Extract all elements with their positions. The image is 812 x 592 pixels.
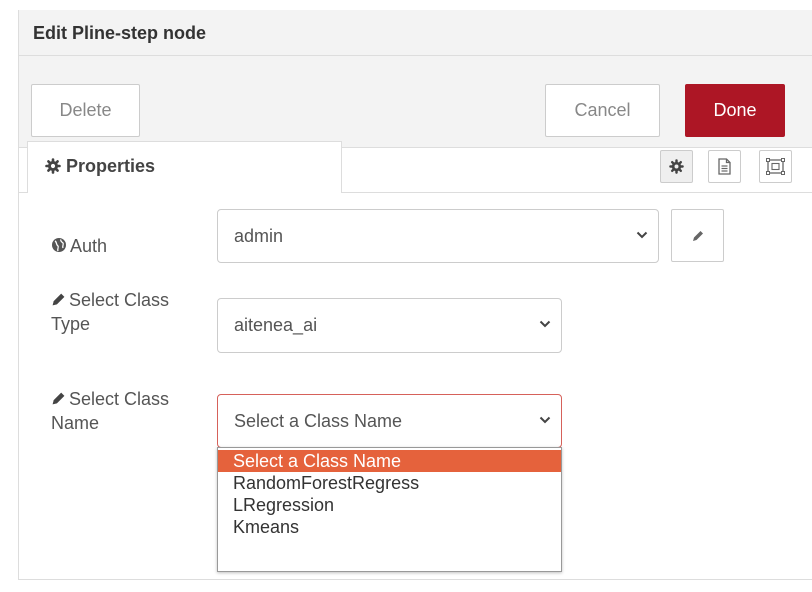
class-name-label-line1: Select Class (69, 389, 170, 409)
tray-header: Edit Pline-step node (19, 10, 812, 56)
auth-select[interactable]: admin (217, 209, 659, 263)
delete-button[interactable]: Delete (31, 84, 140, 137)
pencil-icon (52, 392, 65, 405)
tab-properties[interactable]: Properties (27, 141, 342, 193)
class-name-label-line2: Name (51, 413, 100, 433)
class-type-label: Select Class Type (51, 288, 169, 336)
class-name-select-value: Select a Class Name (234, 411, 403, 431)
edit-auth-button[interactable] (671, 209, 724, 262)
tray-title: Edit Pline-step node (33, 23, 207, 43)
chevron-down-icon (636, 231, 648, 239)
class-name-option[interactable]: Kmeans (218, 516, 561, 538)
class-name-label: Select Class Name (51, 387, 169, 435)
class-type-label-line1: Select Class (69, 290, 170, 310)
class-name-option[interactable]: LRegression (218, 494, 561, 516)
done-button[interactable]: Done (685, 84, 785, 137)
pencil-icon (692, 230, 703, 241)
chevron-down-icon (539, 320, 551, 328)
globe-icon (52, 238, 66, 252)
tray-toolbar: Delete Cancel Done (19, 56, 812, 148)
gear-icon (45, 158, 61, 174)
class-type-select[interactable]: aitenea_ai (217, 298, 562, 353)
cancel-button[interactable]: Cancel (545, 84, 660, 137)
description-tab-button[interactable] (708, 150, 741, 183)
class-name-option[interactable]: RandomForestRegress (218, 472, 561, 494)
gear-icon (669, 159, 684, 174)
auth-select-value: admin (234, 226, 284, 246)
appearance-tab-button[interactable] (759, 150, 792, 183)
class-type-select-value: aitenea_ai (234, 315, 318, 335)
pencil-icon (52, 293, 65, 306)
class-name-select[interactable]: Select a Class Name (217, 394, 562, 448)
auth-label: Auth (51, 234, 107, 258)
auth-label-text: Auth (70, 236, 108, 256)
edit-node-tray: Edit Pline-step node Delete Cancel Done … (18, 10, 812, 580)
class-type-label-line2: Type (51, 314, 91, 334)
chevron-down-icon (539, 416, 551, 424)
class-name-option[interactable]: Select a Class Name (218, 450, 561, 472)
tab-properties-label: Properties (66, 156, 156, 176)
layout-icon (766, 158, 785, 175)
class-name-dropdown-list: Select a Class Name RandomForestRegress … (217, 447, 562, 572)
document-icon (718, 158, 731, 175)
node-properties-tab-button[interactable] (660, 150, 693, 183)
